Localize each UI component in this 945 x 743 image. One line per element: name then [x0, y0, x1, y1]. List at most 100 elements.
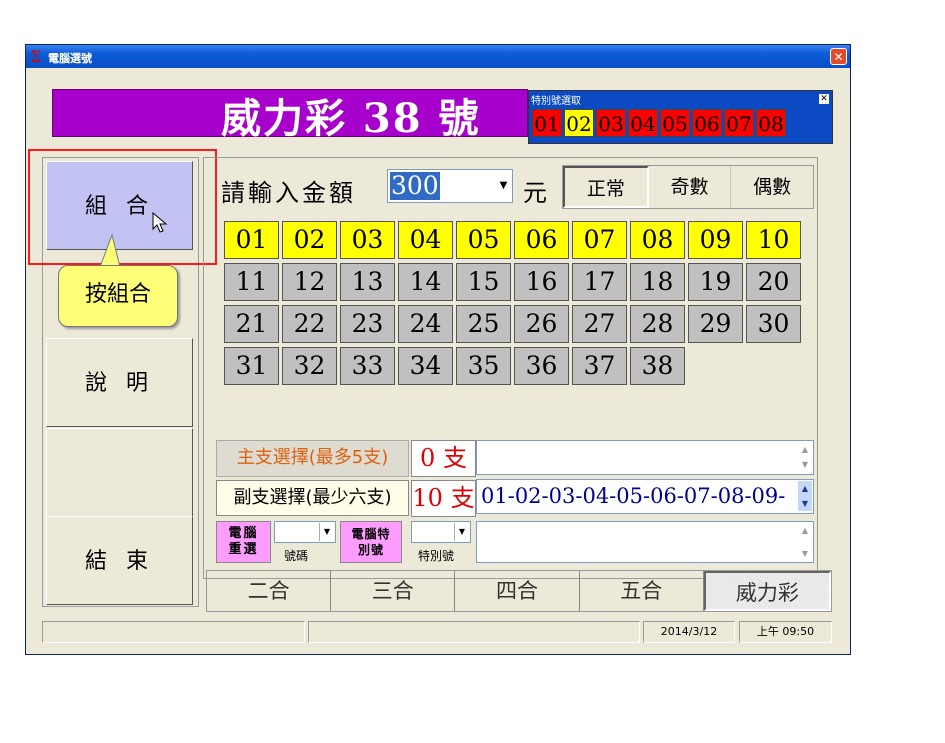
number-cell[interactable]: 15 — [456, 263, 511, 301]
number-cell[interactable]: 18 — [630, 263, 685, 301]
banner-title: 威力彩 38 號 — [221, 95, 481, 142]
number-cell[interactable]: 34 — [398, 347, 453, 385]
tab-four[interactable]: 四合 — [455, 571, 580, 611]
title-bar[interactable]: Σ 電腦選號 ✕ — [26, 45, 850, 68]
number-cell[interactable]: 07 — [572, 221, 627, 259]
special-number-cell[interactable]: 02 — [564, 109, 594, 137]
dropdown-arrow-icon[interactable]: ▼ — [454, 523, 469, 541]
scrollbar[interactable]: ▲ ▼ — [798, 481, 812, 512]
number-cell[interactable]: 33 — [340, 347, 395, 385]
main-count: 0 支 — [411, 440, 476, 477]
number-cell[interactable]: 22 — [282, 305, 337, 343]
sub-select-field[interactable]: 01-02-03-04-05-06-07-08-09- ▲ ▼ — [476, 479, 814, 514]
number-cell[interactable]: 20 — [746, 263, 801, 301]
dropdown-arrow-icon[interactable]: ▼ — [319, 523, 334, 541]
tab-five[interactable]: 五合 — [580, 571, 704, 611]
mode-normal-button[interactable]: 正常 — [563, 166, 649, 208]
special-picker-close-button[interactable]: ✕ — [819, 94, 829, 104]
main-window: Σ 電腦選號 ✕ 威力彩 38 號 特別號選取 ✕ 01 02 03 04 05 06 07… — [25, 44, 851, 655]
mode-selector: 正常 奇數 偶數 — [562, 165, 814, 209]
number-cell[interactable]: 32 — [282, 347, 337, 385]
scrollbar[interactable]: ▲ ▼ — [798, 442, 812, 473]
special-number-combo[interactable]: ▼ — [411, 521, 471, 543]
blank-button[interactable] — [46, 428, 193, 517]
number-cell[interactable]: 30 — [746, 305, 801, 343]
special-number-cell[interactable]: 06 — [692, 109, 722, 137]
number-cell[interactable]: 03 — [340, 221, 395, 259]
number-cell[interactable]: 36 — [514, 347, 569, 385]
number-combo[interactable]: ▼ — [274, 521, 336, 543]
number-cell[interactable]: 01 — [224, 221, 279, 259]
number-cell[interactable]: 35 — [456, 347, 511, 385]
number-cell[interactable]: 31 — [224, 347, 279, 385]
main-select-field[interactable]: ▲ ▼ — [476, 440, 814, 475]
number-combo-label: 號碼 — [284, 549, 309, 563]
special-number-cell[interactable]: 05 — [660, 109, 690, 137]
tab-powerball[interactable]: 威力彩 — [703, 571, 832, 611]
tab-three[interactable]: 三合 — [331, 571, 456, 611]
number-cell[interactable]: 10 — [746, 221, 801, 259]
number-cell[interactable]: 14 — [398, 263, 453, 301]
special-number-cell[interactable]: 08 — [756, 109, 786, 137]
tooltip-tail — [99, 233, 121, 268]
computer-reselect-button[interactable]: 電腦 重選 — [216, 521, 271, 563]
number-cell[interactable]: 12 — [282, 263, 337, 301]
number-cell[interactable]: 09 — [688, 221, 743, 259]
main-select-button[interactable]: 主支選擇(最多5支) — [216, 440, 409, 477]
number-cell[interactable]: 05 — [456, 221, 511, 259]
number-cell[interactable]: 24 — [398, 305, 453, 343]
special-number-cell[interactable]: 01 — [532, 109, 562, 137]
mode-even-button[interactable]: 偶數 — [731, 166, 813, 208]
mouse-pointer-icon — [152, 211, 168, 233]
explain-button[interactable]: 說 明 — [46, 338, 193, 427]
tooltip: 按組合 — [58, 265, 178, 327]
amount-unit: 元 — [523, 179, 547, 207]
close-button[interactable]: ✕ — [830, 48, 847, 65]
special-number-picker: 特別號選取 ✕ 01 02 03 04 05 06 07 08 — [528, 90, 833, 144]
amount-label: 請輸入金額 — [221, 179, 356, 207]
tab-two[interactable]: 二合 — [207, 571, 332, 611]
number-cell[interactable]: 25 — [456, 305, 511, 343]
scrollbar[interactable]: ▲ ▼ — [798, 523, 812, 563]
sigma-icon: Σ — [30, 47, 42, 66]
number-cell[interactable]: 28 — [630, 305, 685, 343]
status-bar: 2014/3/12 上午 09:50 — [42, 621, 832, 643]
computer-special-button[interactable]: 電腦特 別號 — [340, 521, 402, 563]
exit-button[interactable]: 結 束 — [46, 516, 193, 605]
special-number-cell[interactable]: 04 — [628, 109, 658, 137]
number-cell[interactable]: 11 — [224, 263, 279, 301]
amount-value: 300 — [390, 171, 440, 200]
special-number-combo-label: 特別號 — [418, 549, 455, 563]
number-cell[interactable]: 06 — [514, 221, 569, 259]
number-cell[interactable]: 04 — [398, 221, 453, 259]
special-number-cell[interactable]: 03 — [596, 109, 626, 137]
number-cell[interactable]: 27 — [572, 305, 627, 343]
number-cell[interactable]: 13 — [340, 263, 395, 301]
computer-reselect-line1: 電腦 — [228, 526, 259, 541]
number-cell[interactable]: 02 — [282, 221, 337, 259]
status-panel-1 — [42, 621, 305, 643]
computer-special-line1: 電腦特 — [351, 527, 391, 541]
dropdown-arrow-icon[interactable]: ▼ — [497, 172, 510, 200]
mode-odd-button[interactable]: 奇數 — [649, 166, 732, 208]
number-cell[interactable]: 08 — [630, 221, 685, 259]
number-cell[interactable]: 23 — [340, 305, 395, 343]
number-cell[interactable]: 38 — [630, 347, 685, 385]
computer-reselect-line2: 重選 — [228, 542, 259, 557]
number-cell[interactable]: 37 — [572, 347, 627, 385]
status-time: 上午 09:50 — [739, 621, 832, 643]
special-number-cell[interactable]: 07 — [724, 109, 754, 137]
number-cell[interactable]: 16 — [514, 263, 569, 301]
number-cell[interactable]: 19 — [688, 263, 743, 301]
number-cell[interactable]: 29 — [688, 305, 743, 343]
status-date: 2014/3/12 — [643, 621, 735, 643]
number-cell[interactable]: 26 — [514, 305, 569, 343]
game-tabs: 二合 三合 四合 五合 威力彩 — [206, 570, 832, 612]
number-cell[interactable]: 21 — [224, 305, 279, 343]
number-cell[interactable]: 17 — [572, 263, 627, 301]
lottery-banner: 威力彩 38 號 — [52, 89, 528, 142]
sub-select-button[interactable]: 副支選擇(最少六支) — [216, 480, 409, 516]
amount-combo[interactable]: 300 ▼ — [387, 169, 513, 203]
result-field[interactable]: ▲ ▼ — [476, 521, 814, 563]
computer-special-line2: 別號 — [357, 543, 384, 557]
